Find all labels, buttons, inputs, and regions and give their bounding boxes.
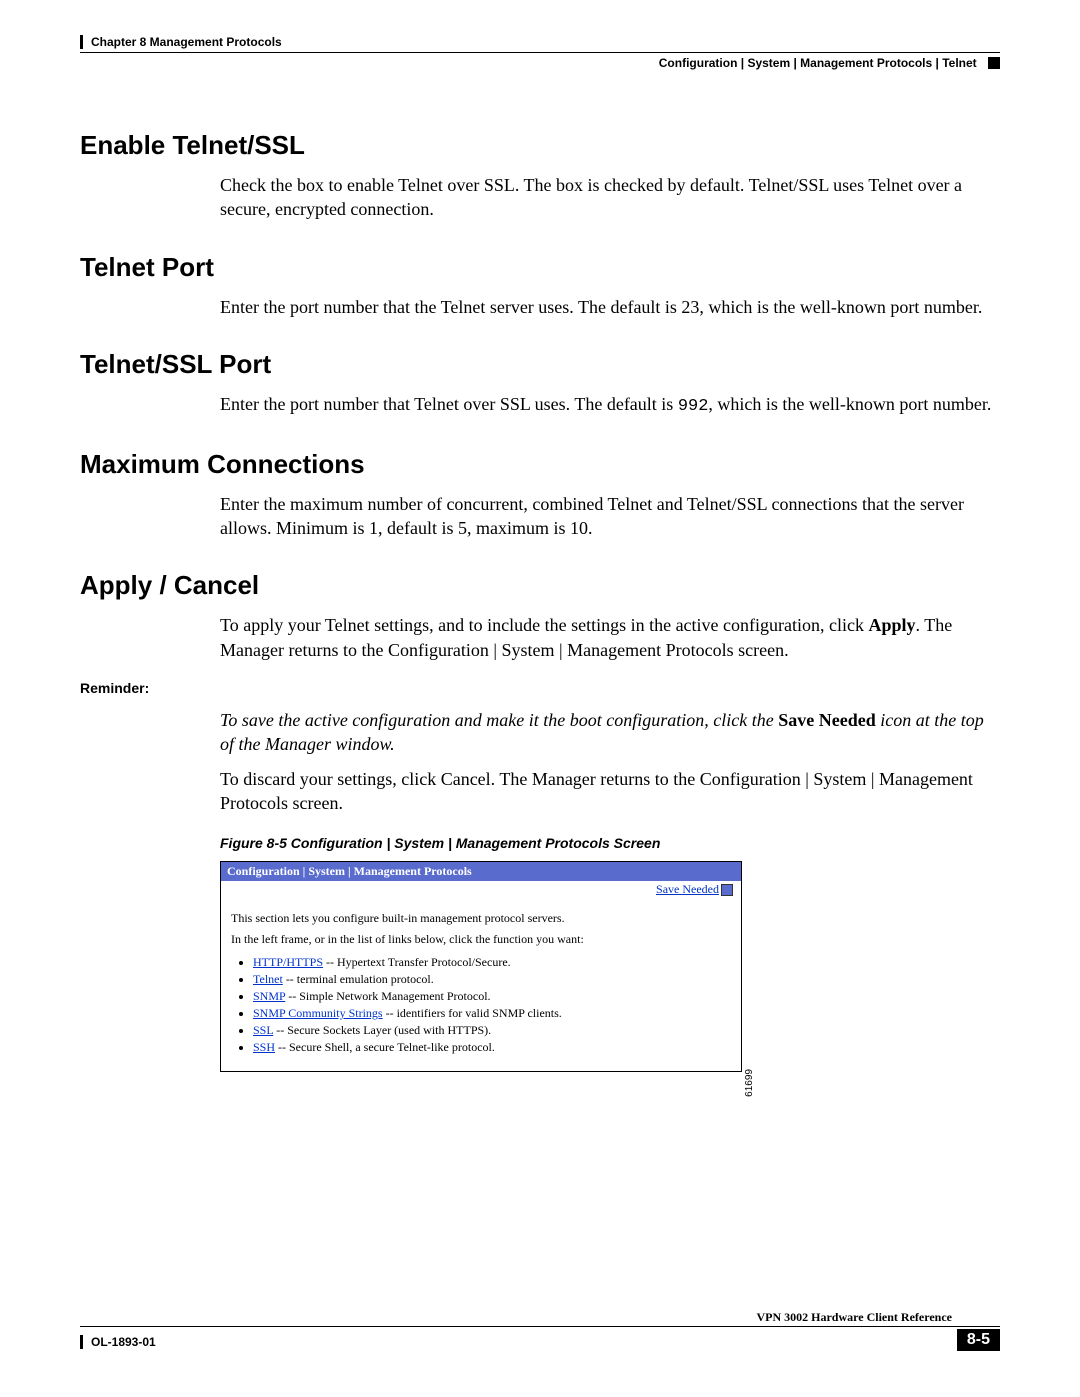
section-telnet-ssl-port: Telnet/SSL Port [80, 349, 1000, 380]
screenshot-header: Configuration | System | Management Prot… [221, 862, 741, 881]
reminder-text: To save the active configuration and mak… [220, 708, 1000, 757]
text: -- Hypertext Transfer Protocol/Secure. [323, 955, 511, 969]
disk-icon [721, 884, 733, 896]
list-item: HTTP/HTTPS -- Hypertext Transfer Protoco… [253, 955, 731, 970]
footer-doc-id: OL-1893-01 [80, 1335, 156, 1349]
footer-title: VPN 3002 Hardware Client Reference [756, 1310, 952, 1325]
list-item: Telnet -- terminal emulation protocol. [253, 972, 731, 987]
screenshot-body: This section lets you configure built-in… [221, 881, 741, 1071]
code-literal: 992 [678, 397, 709, 416]
link-ssh[interactable]: SSH [253, 1040, 275, 1054]
body-text: Enter the port number that the Telnet se… [220, 295, 1000, 319]
save-needed-link[interactable]: Save Needed [656, 882, 733, 897]
screenshot-text: In the left frame, or in the list of lin… [231, 932, 731, 947]
text: Enter the port number that Telnet over S… [220, 394, 678, 414]
text: To save the active configuration and mak… [220, 710, 778, 730]
text: -- identifiers for valid SNMP clients. [383, 1006, 562, 1020]
header-rule [80, 52, 1000, 53]
section-apply-cancel: Apply / Cancel [80, 570, 1000, 601]
chapter-header: Chapter 8 Management Protocols [80, 35, 1000, 49]
list-item: SSL -- Secure Sockets Layer (used with H… [253, 1023, 731, 1038]
link-snmp-community[interactable]: SNMP Community Strings [253, 1006, 383, 1020]
text: To apply your Telnet settings, and to in… [220, 615, 869, 635]
protocol-list: HTTP/HTTPS -- Hypertext Transfer Protoco… [253, 955, 731, 1055]
screenshot-text: This section lets you configure built-in… [231, 911, 731, 926]
body-text: To discard your settings, click Cancel. … [220, 767, 1000, 816]
body-text: Enter the maximum number of concurrent, … [220, 492, 1000, 541]
section-enable-telnet-ssl: Enable Telnet/SSL [80, 130, 1000, 161]
list-item: SSH -- Secure Shell, a secure Telnet-lik… [253, 1040, 731, 1055]
text: -- Secure Shell, a secure Telnet-like pr… [275, 1040, 495, 1054]
breadcrumb-row: Configuration | System | Management Prot… [80, 56, 1000, 70]
body-text: Check the box to enable Telnet over SSL.… [220, 173, 1000, 222]
section-telnet-port: Telnet Port [80, 252, 1000, 283]
list-item: SNMP -- Simple Network Management Protoc… [253, 989, 731, 1004]
text: -- Secure Sockets Layer (used with HTTPS… [273, 1023, 491, 1037]
link-snmp[interactable]: SNMP [253, 989, 285, 1003]
reminder-block: Reminder: [80, 680, 1000, 698]
text: -- terminal emulation protocol. [283, 972, 434, 986]
link-telnet[interactable]: Telnet [253, 972, 283, 986]
page-number: 8-5 [957, 1329, 1000, 1351]
body-text: To apply your Telnet settings, and to in… [220, 613, 1000, 662]
link-ssl[interactable]: SSL [253, 1023, 273, 1037]
section-maximum-connections: Maximum Connections [80, 449, 1000, 480]
save-needed-label: Save Needed [656, 882, 719, 896]
page-footer: VPN 3002 Hardware Client Reference OL-18… [80, 1326, 1000, 1357]
breadcrumb: Configuration | System | Management Prot… [659, 56, 977, 70]
text: -- Simple Network Management Protocol. [285, 989, 490, 1003]
figure-code: 61699 [744, 1069, 755, 1097]
bold-save-needed: Save Needed [778, 710, 876, 730]
text: , which is the well-known port number. [708, 394, 991, 414]
reminder-label: Reminder: [80, 680, 210, 696]
link-http[interactable]: HTTP/HTTPS [253, 955, 323, 969]
figure-screenshot: Configuration | System | Management Prot… [220, 861, 742, 1072]
figure-caption: Figure 8-5 Configuration | System | Mana… [220, 835, 1000, 851]
block-icon [988, 57, 1000, 69]
bold-apply: Apply [869, 615, 916, 635]
list-item: SNMP Community Strings -- identifiers fo… [253, 1006, 731, 1021]
body-text: Enter the port number that Telnet over S… [220, 392, 1000, 419]
